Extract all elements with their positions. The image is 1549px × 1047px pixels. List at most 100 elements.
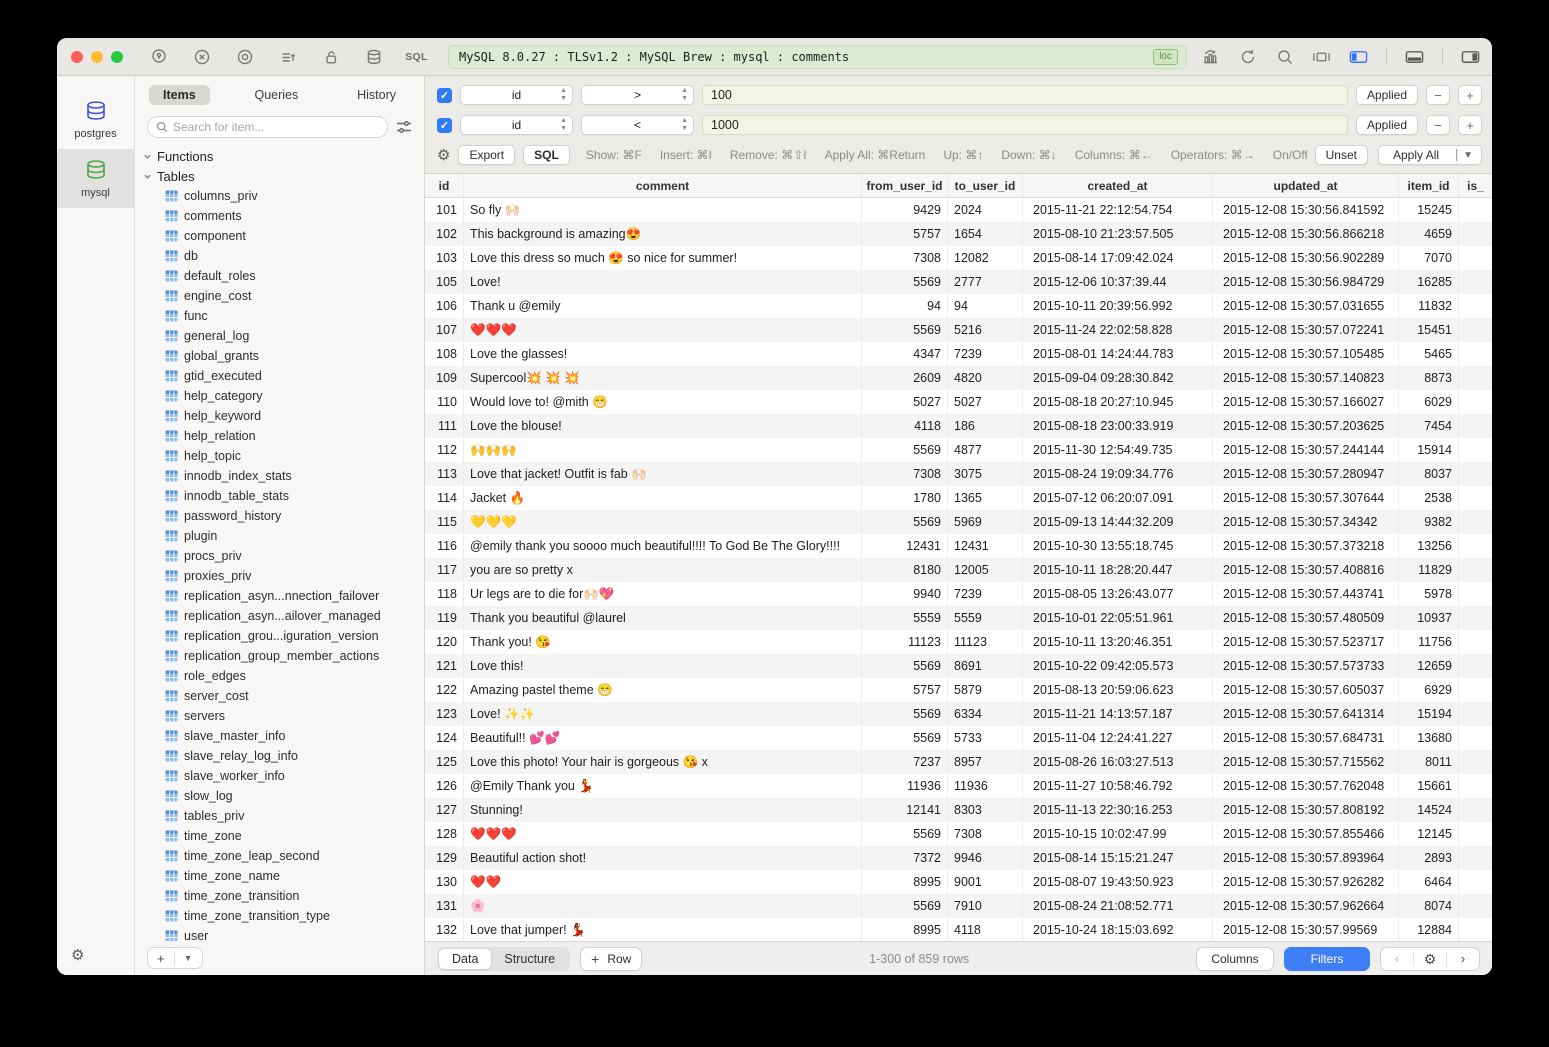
- filter-column-select[interactable]: id▲▼: [460, 115, 573, 135]
- table-item[interactable]: password_history: [143, 506, 424, 526]
- cell-item_id[interactable]: 7070: [1399, 246, 1459, 270]
- cell-to_user_id[interactable]: 7239: [948, 582, 1023, 606]
- cell-updated_at[interactable]: 2015-12-08 15:30:57.280947: [1213, 462, 1399, 486]
- cell-from_user_id[interactable]: 9940: [862, 582, 948, 606]
- table-item[interactable]: user: [143, 926, 424, 941]
- table-item[interactable]: gtid_executed: [143, 366, 424, 386]
- cell-to_user_id[interactable]: 8957: [948, 750, 1023, 774]
- table-row[interactable]: 122Amazing pastel theme 😁575758792015-08…: [425, 678, 1492, 702]
- cell-created_at[interactable]: 2015-11-24 22:02:58.828: [1023, 318, 1213, 342]
- cell-comment[interactable]: ❤️❤️❤️: [464, 822, 862, 846]
- cell-created_at[interactable]: 2015-07-12 06:20:07.091: [1023, 486, 1213, 510]
- cell-is[interactable]: [1459, 342, 1492, 366]
- cell-comment[interactable]: Love that jumper! 💃🏾: [464, 918, 862, 941]
- cell-is[interactable]: [1459, 246, 1492, 270]
- cell-created_at[interactable]: 2015-08-13 20:59:06.623: [1023, 678, 1213, 702]
- cell-updated_at[interactable]: 2015-12-08 15:30:57.573733: [1213, 654, 1399, 678]
- cell-id[interactable]: 120: [425, 630, 464, 654]
- cell-is[interactable]: [1459, 726, 1492, 750]
- table-item[interactable]: procs_priv: [143, 546, 424, 566]
- cell-item_id[interactable]: 16285: [1399, 270, 1459, 294]
- table-row[interactable]: 123Love! ✨✨556963342015-11-21 14:13:57.1…: [425, 702, 1492, 726]
- filter-operator-select[interactable]: <▲▼: [581, 115, 694, 135]
- cell-is[interactable]: [1459, 198, 1492, 222]
- cell-to_user_id[interactable]: 9946: [948, 846, 1023, 870]
- cell-item_id[interactable]: 12659: [1399, 654, 1459, 678]
- cell-updated_at[interactable]: 2015-12-08 15:30:57.203625: [1213, 414, 1399, 438]
- column-header-created_at[interactable]: created_at: [1023, 174, 1213, 197]
- table-item[interactable]: time_zone_transition_type: [143, 906, 424, 926]
- cell-updated_at[interactable]: 2015-12-08 15:30:56.902289: [1213, 246, 1399, 270]
- table-row[interactable]: 126@Emily Thank you 💃11936119362015-11-2…: [425, 774, 1492, 798]
- cell-from_user_id[interactable]: 5569: [862, 438, 948, 462]
- table-row[interactable]: 125Love this photo! Your hair is gorgeou…: [425, 750, 1492, 774]
- item-search[interactable]: [147, 116, 388, 138]
- cell-created_at[interactable]: 2015-10-11 13:20:46.351: [1023, 630, 1213, 654]
- sidebar-tab-queries[interactable]: Queries: [240, 85, 312, 105]
- filter-value-input[interactable]: [702, 85, 1348, 105]
- cell-is[interactable]: [1459, 774, 1492, 798]
- connection-postgres[interactable]: postgres: [57, 90, 134, 149]
- table-item[interactable]: time_zone_name: [143, 866, 424, 886]
- sql-preview-button[interactable]: SQL: [523, 145, 570, 165]
- cell-is[interactable]: [1459, 558, 1492, 582]
- table-row[interactable]: 120Thank you! 😘11123111232015-10-11 13:2…: [425, 630, 1492, 654]
- table-item[interactable]: replication_asyn...nnection_failover: [143, 586, 424, 606]
- cell-id[interactable]: 124: [425, 726, 464, 750]
- cell-id[interactable]: 126: [425, 774, 464, 798]
- toggle-bottom-panel-icon[interactable]: [1405, 47, 1424, 66]
- table-item[interactable]: time_zone_leap_second: [143, 846, 424, 866]
- cell-from_user_id[interactable]: 5569: [862, 894, 948, 918]
- table-item[interactable]: server_cost: [143, 686, 424, 706]
- cell-from_user_id[interactable]: 5569: [862, 702, 948, 726]
- cell-updated_at[interactable]: 2015-12-08 15:30:57.443741: [1213, 582, 1399, 606]
- cell-is[interactable]: [1459, 222, 1492, 246]
- toggle-right-panel-icon[interactable]: [1461, 47, 1480, 66]
- table-item[interactable]: slave_master_info: [143, 726, 424, 746]
- cell-comment[interactable]: Beautiful!! 💕💕: [464, 726, 862, 750]
- cell-comment[interactable]: Jacket 🔥: [464, 486, 862, 510]
- cell-comment[interactable]: 🙌🙌🙌: [464, 438, 862, 462]
- cell-comment[interactable]: ❤️❤️❤️: [464, 318, 862, 342]
- cell-id[interactable]: 103: [425, 246, 464, 270]
- table-item[interactable]: db: [143, 246, 424, 266]
- cell-from_user_id[interactable]: 11936: [862, 774, 948, 798]
- cell-id[interactable]: 111: [425, 414, 464, 438]
- cell-created_at[interactable]: 2015-10-01 22:05:51.961: [1023, 606, 1213, 630]
- cell-to_user_id[interactable]: 5216: [948, 318, 1023, 342]
- cell-to_user_id[interactable]: 7308: [948, 822, 1023, 846]
- add-row-button[interactable]: + Row: [580, 947, 642, 971]
- cell-item_id[interactable]: 12884: [1399, 918, 1459, 941]
- cell-item_id[interactable]: 15451: [1399, 318, 1459, 342]
- cell-is[interactable]: [1459, 438, 1492, 462]
- cell-to_user_id[interactable]: 186: [948, 414, 1023, 438]
- page-settings-gear-icon[interactable]: ⚙: [1414, 948, 1446, 970]
- disconnect-icon[interactable]: [192, 47, 211, 66]
- add-item-chevron[interactable]: ▼: [175, 948, 202, 968]
- cell-is[interactable]: [1459, 510, 1492, 534]
- cell-id[interactable]: 130: [425, 870, 464, 894]
- sidebar-tab-items[interactable]: Items: [149, 85, 210, 105]
- cell-is[interactable]: [1459, 294, 1492, 318]
- applied-button[interactable]: Applied: [1356, 115, 1418, 135]
- cell-item_id[interactable]: 10937: [1399, 606, 1459, 630]
- cell-to_user_id[interactable]: 94: [948, 294, 1023, 318]
- cell-updated_at[interactable]: 2015-12-08 15:30:56.984729: [1213, 270, 1399, 294]
- cell-comment[interactable]: Love the blouse!: [464, 414, 862, 438]
- table-item[interactable]: engine_cost: [143, 286, 424, 306]
- cell-is[interactable]: [1459, 414, 1492, 438]
- toggle-left-panel-icon[interactable]: [1349, 47, 1368, 66]
- cell-item_id[interactable]: 7454: [1399, 414, 1459, 438]
- cell-created_at[interactable]: 2015-10-30 13:55:18.745: [1023, 534, 1213, 558]
- cell-updated_at[interactable]: 2015-12-08 15:30:57.926282: [1213, 870, 1399, 894]
- cell-item_id[interactable]: 9382: [1399, 510, 1459, 534]
- cell-item_id[interactable]: 12145: [1399, 822, 1459, 846]
- table-item[interactable]: role_edges: [143, 666, 424, 686]
- cell-updated_at[interactable]: 2015-12-08 15:30:57.808192: [1213, 798, 1399, 822]
- cell-id[interactable]: 121: [425, 654, 464, 678]
- table-item[interactable]: default_roles: [143, 266, 424, 286]
- cell-comment[interactable]: @Emily Thank you 💃: [464, 774, 862, 798]
- cell-created_at[interactable]: 2015-08-18 20:27:10.945: [1023, 390, 1213, 414]
- table-row[interactable]: 117you are so pretty x8180120052015-10-1…: [425, 558, 1492, 582]
- cell-to_user_id[interactable]: 6334: [948, 702, 1023, 726]
